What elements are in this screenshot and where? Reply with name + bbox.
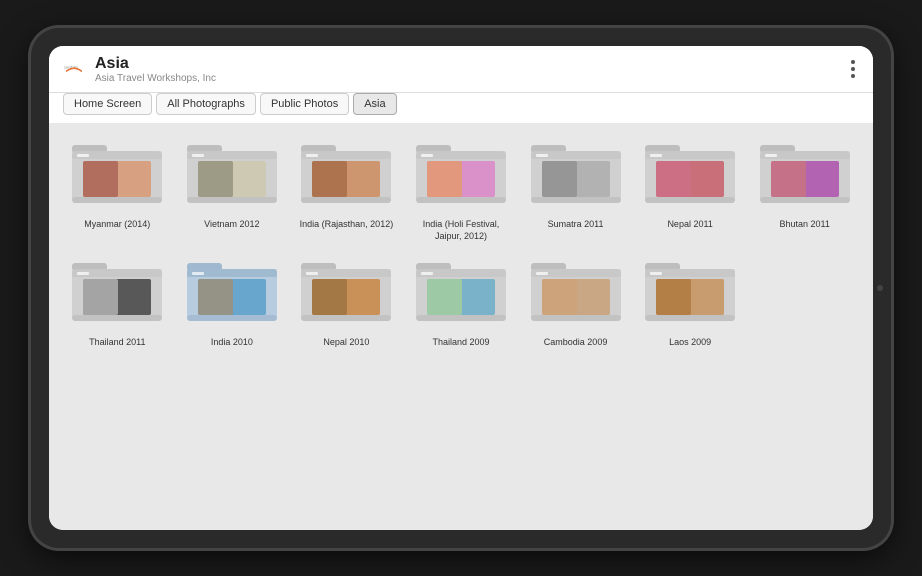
folder-item[interactable]: Nepal 2011 bbox=[638, 135, 743, 242]
tab-public-photos[interactable]: Public Photos bbox=[260, 93, 349, 115]
folder-item[interactable]: Laos 2009 bbox=[638, 253, 743, 349]
folder-icon bbox=[640, 253, 740, 333]
page-title: Asia bbox=[95, 54, 847, 73]
tablet-frame: zenfolio Asia Asia Travel Workshops, Inc… bbox=[31, 28, 891, 548]
folder-icon bbox=[526, 253, 626, 333]
folder-item[interactable]: India (Holi Festival, Jaipur, 2012) bbox=[409, 135, 514, 242]
folder-icon bbox=[296, 135, 396, 215]
folder-label: Nepal 2010 bbox=[323, 337, 369, 349]
folder-icon bbox=[296, 253, 396, 333]
folder-item[interactable]: Vietnam 2012 bbox=[180, 135, 285, 242]
folder-item[interactable]: Myanmar (2014) bbox=[65, 135, 170, 242]
folder-label: Bhutan 2011 bbox=[780, 219, 830, 231]
folder-item[interactable]: Bhutan 2011 bbox=[752, 135, 857, 242]
nav-tabs: Home Screen All Photographs Public Photo… bbox=[49, 93, 873, 123]
folder-grid-row2: Thailand 2011 India 2010 Nepal 2010 bbox=[65, 253, 857, 349]
folder-item[interactable]: Sumatra 2011 bbox=[523, 135, 628, 242]
folder-icon bbox=[182, 253, 282, 333]
zenfolio-logo-area: zenfolio bbox=[63, 63, 85, 75]
folder-grid-row1: Myanmar (2014) Vietnam 2012 India (Rajas bbox=[65, 135, 857, 242]
camera-bump bbox=[877, 285, 883, 291]
folder-icon bbox=[67, 135, 167, 215]
folder-item[interactable]: Cambodia 2009 bbox=[523, 253, 628, 349]
tab-asia[interactable]: Asia bbox=[353, 93, 396, 115]
folder-item[interactable]: Thailand 2009 bbox=[409, 253, 514, 349]
folder-label: Laos 2009 bbox=[669, 337, 711, 349]
tab-all-photographs[interactable]: All Photographs bbox=[156, 93, 256, 115]
folder-item[interactable]: Nepal 2010 bbox=[294, 253, 399, 349]
folder-label: India (Holi Festival, Jaipur, 2012) bbox=[411, 219, 511, 242]
screen: zenfolio Asia Asia Travel Workshops, Inc… bbox=[49, 46, 873, 530]
folder-item[interactable]: India 2010 bbox=[180, 253, 285, 349]
folder-icon bbox=[411, 135, 511, 215]
folder-label: Nepal 2011 bbox=[667, 219, 712, 231]
tab-home-screen[interactable]: Home Screen bbox=[63, 93, 152, 115]
folder-item[interactable]: Thailand 2011 bbox=[65, 253, 170, 349]
zenfolio-logo-icon: zenfolio bbox=[63, 63, 85, 75]
folder-icon bbox=[411, 253, 511, 333]
folder-label: India (Rajasthan, 2012) bbox=[300, 219, 394, 231]
folder-label: Cambodia 2009 bbox=[544, 337, 608, 349]
menu-dot-2 bbox=[851, 67, 855, 71]
page-subtitle: Asia Travel Workshops, Inc bbox=[95, 73, 847, 84]
folder-icon bbox=[755, 135, 855, 215]
header-text: Asia Asia Travel Workshops, Inc bbox=[95, 54, 847, 84]
folder-label: Thailand 2009 bbox=[432, 337, 489, 349]
folder-label: Vietnam 2012 bbox=[204, 219, 259, 231]
content-area: Myanmar (2014) Vietnam 2012 India (Rajas bbox=[49, 123, 873, 530]
folder-label: Thailand 2011 bbox=[89, 337, 145, 349]
folder-label: India 2010 bbox=[211, 337, 253, 349]
header: zenfolio Asia Asia Travel Workshops, Inc bbox=[49, 46, 873, 93]
folder-icon bbox=[526, 135, 626, 215]
menu-dot-1 bbox=[851, 60, 855, 64]
folder-icon bbox=[67, 253, 167, 333]
folder-label: Myanmar (2014) bbox=[84, 219, 150, 231]
folder-item[interactable]: India (Rajasthan, 2012) bbox=[294, 135, 399, 242]
folder-label: Sumatra 2011 bbox=[548, 219, 604, 231]
folder-icon bbox=[640, 135, 740, 215]
menu-dot-3 bbox=[851, 74, 855, 78]
folder-icon bbox=[182, 135, 282, 215]
more-options-button[interactable] bbox=[847, 56, 859, 82]
